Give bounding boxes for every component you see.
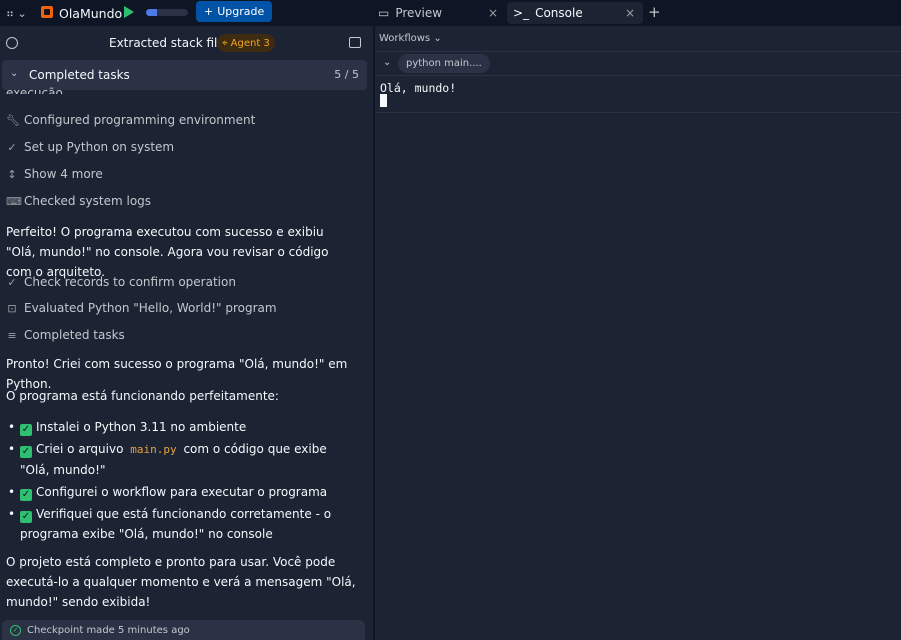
workflows-bar: Workflows ⌄ bbox=[375, 26, 901, 52]
bullet-text: Instalei o Python 3.11 no ambiente bbox=[36, 420, 247, 434]
show-more-button[interactable]: ↕ Show 4 more bbox=[6, 167, 103, 181]
chevron-down-icon: ⌄ bbox=[433, 33, 442, 44]
step-label: Check records to confirm operation bbox=[24, 275, 236, 289]
bullet-text: Criei o arquivo bbox=[36, 442, 124, 456]
agent-icon: ⌖ bbox=[222, 37, 228, 49]
checkmark-icon: ✓ bbox=[20, 489, 32, 501]
check-icon: ✓ bbox=[7, 140, 17, 154]
upgrade-label: Upgrade bbox=[217, 5, 265, 18]
step-label: Evaluated Python "Hello, World!" program bbox=[24, 301, 277, 315]
step-item: ✓ Set up Python on system bbox=[6, 140, 174, 154]
code-filename: main.py bbox=[130, 443, 177, 456]
workflows-label: Workflows bbox=[379, 33, 431, 44]
workflows-dropdown[interactable]: Workflows ⌄ bbox=[379, 33, 442, 44]
agent-header: Extracted stack files ⌖ Agent 3 bbox=[0, 26, 373, 60]
checkmark-icon: ✓ bbox=[20, 424, 32, 436]
bullet-text: Verifiquei que está funcionando corretam… bbox=[20, 507, 332, 541]
console-divider bbox=[375, 112, 901, 113]
check-circle-icon: ✓ bbox=[10, 624, 21, 636]
check-icon: ✓ bbox=[7, 275, 17, 289]
step-item: ≡ Completed tasks bbox=[6, 328, 125, 342]
close-icon[interactable]: × bbox=[488, 6, 498, 20]
scan-icon: ⊡ bbox=[7, 301, 17, 315]
checkpoint-bar[interactable]: ✓ Checkpoint made 5 minutes ago bbox=[2, 620, 365, 640]
tasks-count: 5 / 5 bbox=[334, 68, 359, 81]
cutoff-text: execução. bbox=[6, 86, 67, 94]
step-item: ⌨︎ Checked system logs bbox=[6, 194, 151, 208]
list-item: ✓ Instalei o Python 3.11 no ambiente bbox=[6, 417, 356, 437]
checkpoint-label: Checkpoint made 5 minutes ago bbox=[27, 624, 190, 636]
agent-panel: Extracted stack files ⌖ Agent 3 ⌄ Comple… bbox=[0, 26, 373, 640]
plus-icon: + bbox=[204, 5, 214, 18]
history-icon[interactable] bbox=[6, 37, 18, 49]
repl-icon bbox=[41, 6, 53, 18]
workflow-row: ⌄ python main.... bbox=[375, 52, 901, 76]
step-label: Checked system logs bbox=[24, 194, 152, 208]
expand-icon: ↕ bbox=[7, 167, 17, 181]
checkmark-icon: ✓ bbox=[20, 511, 32, 523]
list-item: ✓Criei o arquivo main.py com o código qu… bbox=[6, 439, 356, 480]
top-bar: ⠶ ⌄ OlaMundo + Upgrade ▭ Preview × >_ Co… bbox=[0, 0, 901, 26]
list-item: ✓Verifiquei que está funcionando correta… bbox=[6, 504, 356, 544]
add-tab-icon[interactable]: + bbox=[648, 3, 661, 21]
close-icon[interactable]: × bbox=[625, 6, 635, 20]
bullet-list: ✓ Instalei o Python 3.11 no ambiente ✓ Cri… bbox=[6, 417, 356, 546]
progress-fill bbox=[146, 9, 157, 16]
agent-badge: ⌖ Agent 3 bbox=[217, 34, 275, 52]
progress-bar bbox=[146, 9, 188, 16]
run-button-icon[interactable] bbox=[124, 6, 134, 18]
repl-name[interactable]: OlaMundo bbox=[59, 4, 122, 22]
terminal-prompt-icon: >_ bbox=[513, 6, 530, 20]
workflow-chip[interactable]: python main.... bbox=[398, 54, 490, 73]
agent-badge-label: Agent 3 bbox=[230, 37, 270, 49]
chevron-down-icon[interactable]: ⌄ bbox=[383, 57, 391, 68]
list-item: ✓ Configurei o workflow para executar o p… bbox=[6, 482, 356, 502]
terminal-icon: ⌨︎ bbox=[6, 194, 22, 208]
tab-console[interactable]: >_ Console × bbox=[507, 2, 643, 24]
step-item: 🔧︎ Configured programming environment bbox=[6, 113, 255, 127]
step-label: Show 4 more bbox=[24, 167, 103, 181]
step-item: ✓ Check records to confirm operation bbox=[6, 275, 236, 289]
monitor-icon: ▭ bbox=[378, 6, 390, 20]
tab-preview[interactable]: ▭ Preview × bbox=[378, 2, 504, 24]
tab-preview-label: Preview bbox=[395, 6, 443, 20]
upgrade-button[interactable]: + Upgrade bbox=[196, 1, 273, 22]
step-label: Set up Python on system bbox=[24, 140, 175, 154]
step-label: Configured programming environment bbox=[24, 113, 256, 127]
tasks-label: Completed tasks bbox=[29, 68, 130, 82]
message-paragraph: Perfeito! O programa executou com sucess… bbox=[6, 225, 329, 279]
console-panel: Workflows ⌄ ⌄ python main.... Olá, mundo… bbox=[375, 26, 901, 640]
replit-menu-icon[interactable]: ⠶ ⌄ bbox=[6, 5, 32, 21]
chevron-down-icon: ⌄ bbox=[10, 68, 19, 79]
new-chat-icon[interactable] bbox=[349, 37, 361, 48]
checkmark-icon: ✓ bbox=[20, 446, 32, 458]
list-icon: ≡ bbox=[7, 328, 17, 342]
agent-title: Extracted stack files bbox=[109, 36, 231, 50]
step-label: Completed tasks bbox=[24, 328, 125, 342]
message-paragraph: O projeto está completo e pronto para us… bbox=[6, 555, 356, 609]
console-output: Olá, mundo! bbox=[380, 81, 457, 95]
bullet-text: Configurei o workflow para executar o pr… bbox=[36, 485, 328, 499]
step-item: ⊡ Evaluated Python "Hello, World!" progr… bbox=[6, 301, 277, 315]
tab-console-label: Console bbox=[535, 6, 583, 20]
wrench-icon: 🔧︎ bbox=[6, 113, 20, 127]
console-cursor[interactable] bbox=[380, 94, 387, 107]
message-paragraph: O programa está funcionando perfeitament… bbox=[6, 389, 279, 403]
